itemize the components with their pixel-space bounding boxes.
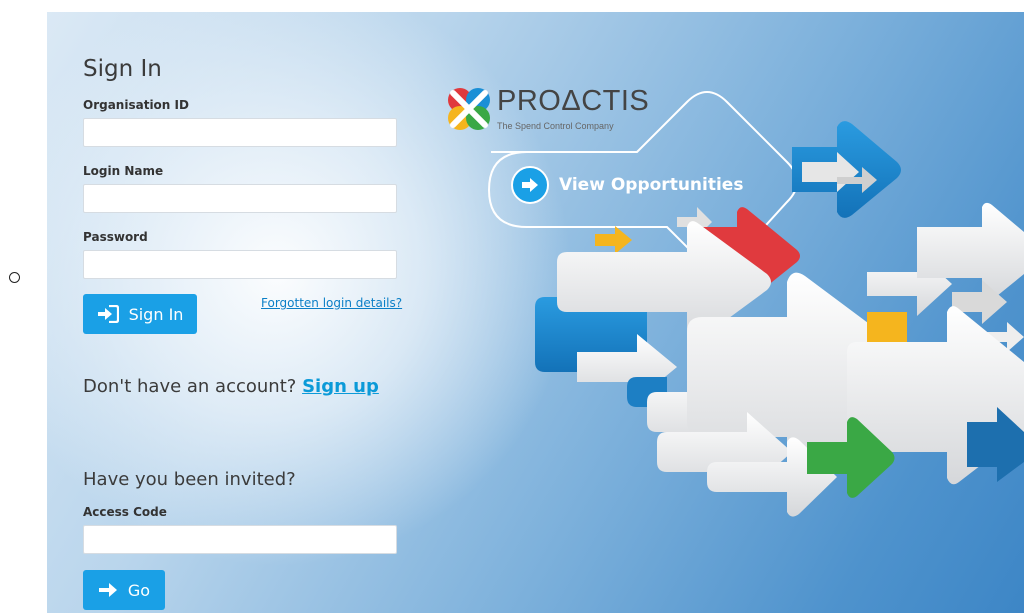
login-arrow-icon [97,305,119,323]
right-arrow-icon [98,582,118,598]
password-label: Password [83,230,148,244]
sign-in-button[interactable]: Sign In [83,294,197,334]
login-name-input[interactable] [83,184,397,213]
sign-up-link[interactable]: Sign up [302,376,379,397]
org-id-label: Organisation ID [83,98,189,112]
view-opportunities-button[interactable]: View Opportunities [511,166,744,204]
password-input[interactable] [83,250,397,279]
forgotten-login-link[interactable]: Forgotten login details? [261,296,402,310]
signup-prompt: Don't have an account? Sign up [83,376,379,397]
org-id-input[interactable] [83,118,397,147]
view-opportunities-label: View Opportunities [559,175,744,195]
signup-prompt-text: Don't have an account? [83,376,297,397]
proactis-logo-icon [448,88,490,130]
login-name-label: Login Name [83,164,164,178]
access-code-input[interactable] [83,525,397,554]
radio-bullet [9,272,20,283]
go-button-label: Go [127,580,151,600]
circle-arrow-icon [511,166,549,204]
access-code-label: Access Code [83,505,167,519]
proactis-logo: PROΔCTIS The Spend Control Company [445,85,655,135]
invited-heading: Have you been invited? [83,469,296,490]
login-panel: Sign In Organisation ID Login Name Passw… [47,12,1024,613]
logo-tagline: The Spend Control Company [497,121,614,131]
go-button[interactable]: Go [83,570,165,610]
sign-in-button-label: Sign In [128,304,184,324]
page-title: Sign In [83,56,162,82]
logo-wordmark: PROΔCTIS [497,85,650,117]
